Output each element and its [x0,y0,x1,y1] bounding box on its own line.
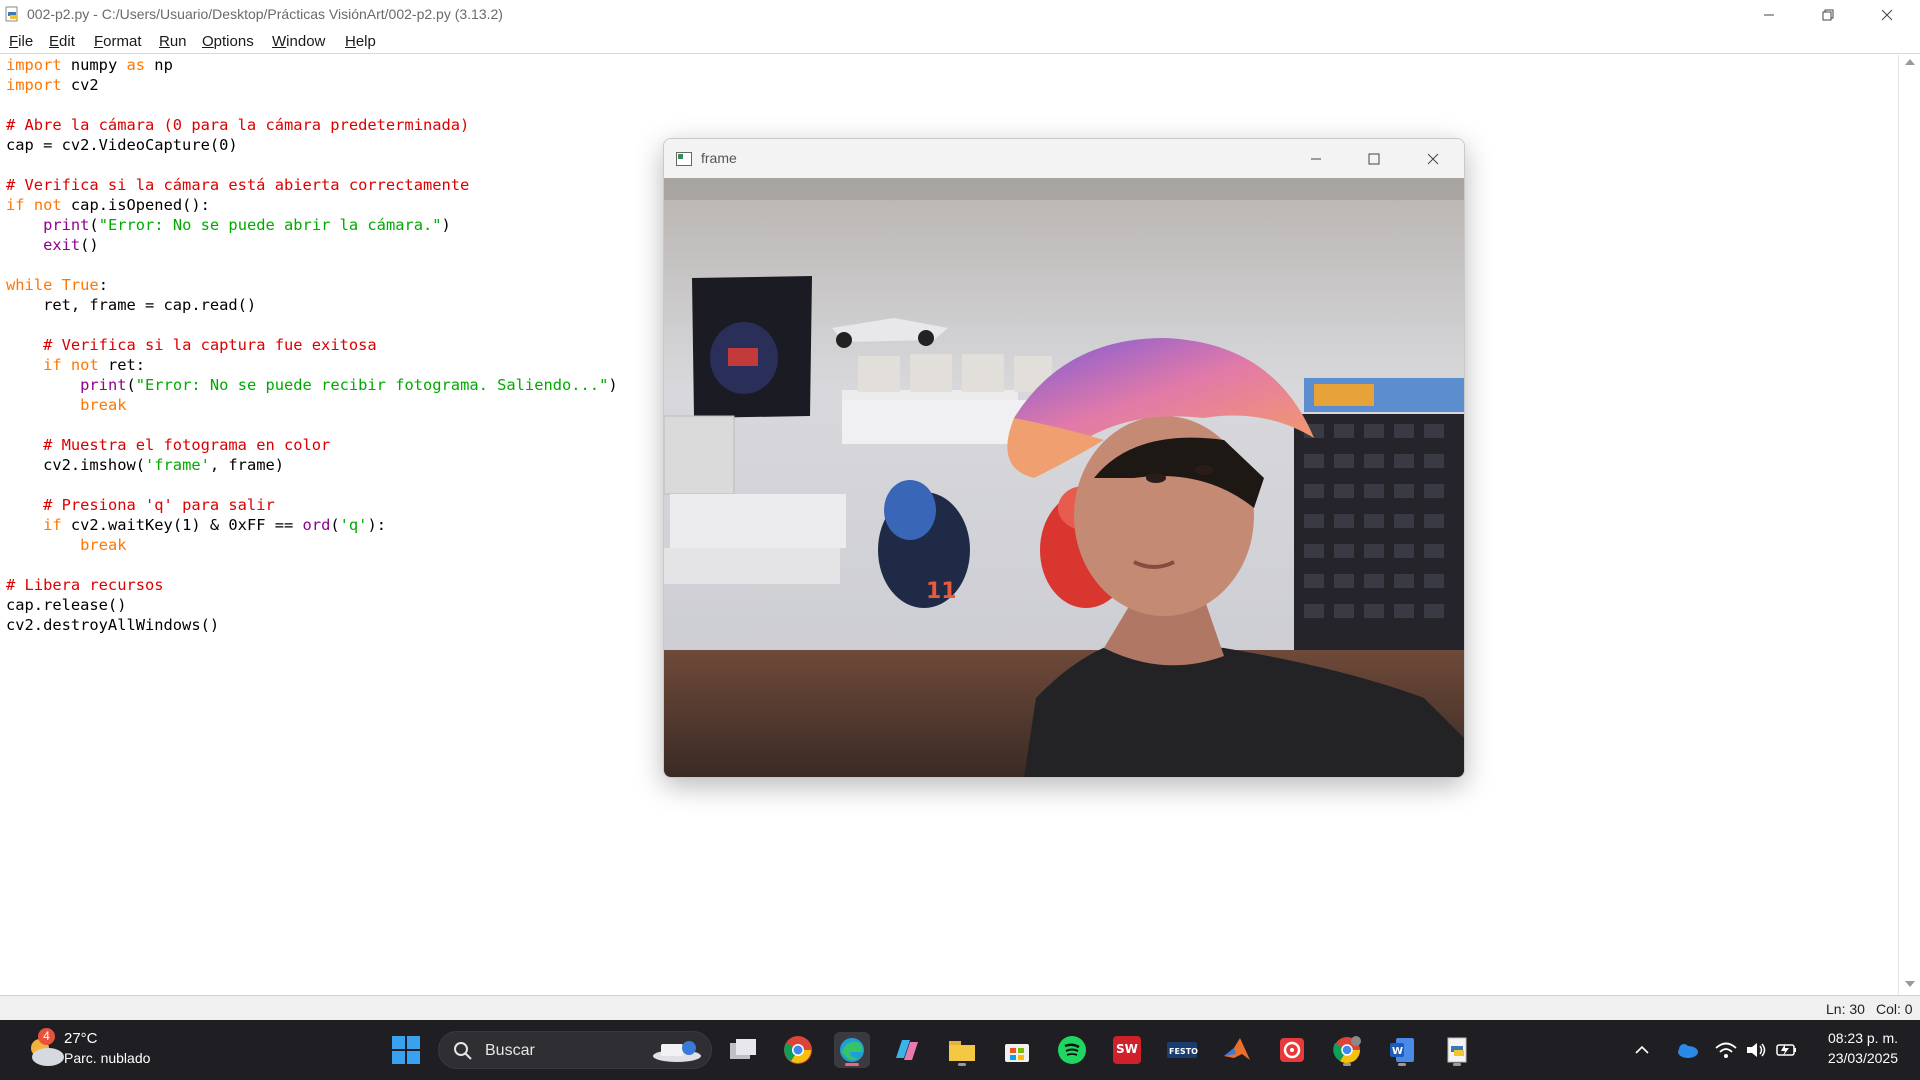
code-line[interactable]: print("Error: No se puede abrir la cámar… [6,215,618,235]
code-line[interactable]: # Verifica si la captura fue exitosa [6,335,618,355]
menu-format[interactable]: Format [94,33,142,50]
frame-window[interactable]: frame 11 [663,138,1465,778]
code-line[interactable]: # Abre la cámara (0 para la cámara prede… [6,115,618,135]
code-line[interactable]: cap.release() [6,595,618,615]
explorer-running-indicator [958,1063,966,1066]
line-number: Ln: 30 [1826,1001,1865,1017]
show-hidden-icons-chevron-icon[interactable] [1630,1032,1654,1068]
vertical-scrollbar[interactable] [1898,55,1920,995]
code-line[interactable]: cv2.destroyAllWindows() [6,615,618,635]
code-line[interactable]: ​ [6,255,618,275]
python-idle-icon[interactable] [1439,1032,1475,1068]
code-line[interactable]: while True: [6,275,618,295]
code-line[interactable]: # Verifica si la cámara está abierta cor… [6,175,618,195]
code-line[interactable]: cap = cv2.VideoCapture(0) [6,135,618,155]
clock-date[interactable]: 23/03/2025 [1828,1050,1898,1066]
taskbar-search[interactable]: Buscar [438,1031,712,1069]
search-icon [454,1042,472,1060]
svg-text:FESTO: FESTO [1169,1047,1198,1056]
code-line[interactable]: break [6,395,618,415]
menu-options[interactable]: Options [202,33,254,50]
frame-maximize-button[interactable] [1345,139,1403,178]
code-line[interactable]: break [6,535,618,555]
idle-running-indicator [1453,1063,1461,1066]
battery-icon[interactable] [1772,1032,1800,1068]
matlab-icon[interactable] [1219,1032,1255,1068]
edge-active-indicator [845,1063,859,1066]
code-line[interactable]: if not ret: [6,355,618,375]
file-explorer-icon[interactable] [944,1032,980,1068]
title-bar: 002-p2.py - C:/Users/Usuario/Desktop/Prá… [0,0,1920,29]
code-line[interactable]: # Muestra el fotograma en color [6,435,618,455]
clock-time[interactable]: 08:23 p. m. [1828,1030,1898,1046]
chrome-profile-icon[interactable] [1329,1032,1365,1068]
app-icon[interactable] [1274,1032,1310,1068]
code-line[interactable]: ​ [6,415,618,435]
taskbar: 4 27°C Parc. nublado Buscar SW FESTO W 0… [0,1020,1920,1080]
frame-minimize-button[interactable] [1287,139,1345,178]
window-title: 002-p2.py - C:/Users/Usuario/Desktop/Prá… [27,6,503,22]
solidworks-icon[interactable]: SW [1109,1032,1145,1068]
volume-icon[interactable] [1742,1032,1770,1068]
code-line[interactable]: # Presiona 'q' para salir [6,495,618,515]
frame-window-icon [676,151,692,166]
word-icon[interactable]: W [1384,1032,1420,1068]
menu-bar: File Edit Format Run Options Window Help [0,29,1920,54]
frame-title: frame [701,150,737,166]
onedrive-icon[interactable] [1672,1032,1702,1068]
spotify-icon[interactable] [1054,1032,1090,1068]
code-line[interactable]: ​ [6,155,618,175]
close-button[interactable] [1858,0,1916,29]
microsoft-store-icon[interactable] [999,1032,1035,1068]
svg-text:W: W [1392,1046,1403,1057]
edge-icon[interactable] [834,1032,870,1068]
python-file-icon [4,6,20,22]
menu-file[interactable]: File [9,33,33,50]
menu-help[interactable]: Help [345,33,376,50]
minimize-button[interactable] [1740,0,1798,29]
weather-widget[interactable]: 4 27°C Parc. nublado [14,1020,164,1080]
menu-window[interactable]: Window [272,33,325,50]
weather-temperature: 27°C [64,1030,98,1047]
code-line[interactable]: ret, frame = cap.read() [6,295,618,315]
svg-text:11: 11 [926,579,957,604]
status-bar: Ln: 30 Col: 0 [0,995,1920,1020]
code-line[interactable]: if cv2.waitKey(1) & 0xFF == ord('q'): [6,515,618,535]
code-line[interactable]: ​ [6,555,618,575]
copilot-icon[interactable] [889,1032,925,1068]
menu-run[interactable]: Run [159,33,187,50]
restore-button[interactable] [1799,0,1857,29]
frame-title-bar[interactable]: frame [664,139,1464,178]
festo-icon[interactable]: FESTO [1164,1032,1200,1068]
code-line[interactable]: # Libera recursos [6,575,618,595]
code-line[interactable]: if not cap.isOpened(): [6,195,618,215]
weather-badge: 4 [38,1028,55,1045]
code-line[interactable]: import cv2 [6,75,618,95]
code-line[interactable]: ​ [6,95,618,115]
search-highlight-icon [653,1041,701,1062]
column-number: Col: 0 [1876,1001,1913,1017]
chrome-running-indicator [1343,1063,1351,1066]
code-line[interactable]: print("Error: No se puede recibir fotogr… [6,375,617,395]
code-text[interactable]: import numpy as npimport cv2​# Abre la c… [6,55,618,635]
code-line[interactable]: ​ [6,315,618,335]
webcam-frame-image: 11 [664,178,1464,777]
search-placeholder: Buscar [485,1042,535,1059]
code-line[interactable]: exit() [6,235,618,255]
code-line[interactable]: cv2.imshow('frame', frame) [6,455,618,475]
frame-close-button[interactable] [1404,139,1462,178]
code-line[interactable]: ​ [6,475,618,495]
code-line[interactable]: import numpy as np [6,55,618,75]
word-running-indicator [1398,1063,1406,1066]
menu-edit[interactable]: Edit [49,33,75,50]
task-view-icon[interactable] [725,1032,761,1068]
chrome-icon[interactable] [780,1032,816,1068]
weather-description: Parc. nublado [64,1050,151,1066]
wifi-icon[interactable] [1712,1032,1740,1068]
svg-text:SW: SW [1116,1042,1138,1056]
start-icon[interactable] [388,1032,424,1068]
